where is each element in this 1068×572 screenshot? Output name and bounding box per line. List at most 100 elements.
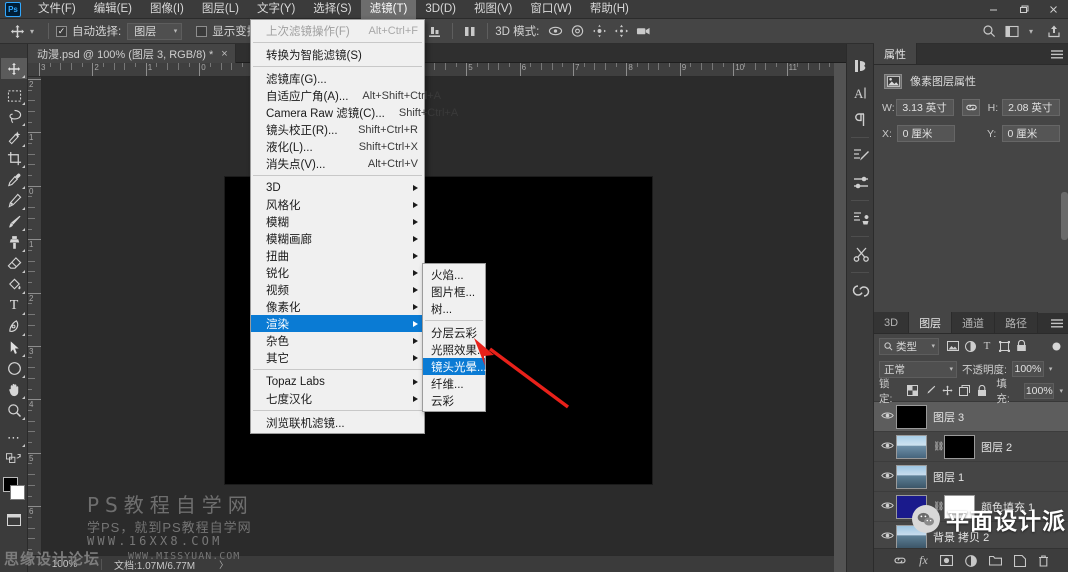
background-color-swatch[interactable] bbox=[10, 485, 25, 500]
menu-item-entry[interactable]: 镜头校正(R)... Shift+Ctrl+R bbox=[251, 121, 424, 138]
layer-thumbnail[interactable] bbox=[896, 464, 927, 489]
rectangular-marquee-tool[interactable] bbox=[1, 85, 27, 106]
blend-mode-dropdown[interactable]: 正常 ▾ bbox=[879, 360, 957, 378]
hand-tool[interactable] bbox=[1, 379, 27, 400]
menu-image[interactable]: 图像(I) bbox=[141, 0, 193, 19]
menu-layer[interactable]: 图层(L) bbox=[193, 0, 248, 19]
layer-thumbnail[interactable] bbox=[896, 434, 927, 459]
layer-row[interactable]: 图层 3 bbox=[874, 402, 1068, 432]
eye-icon[interactable] bbox=[878, 531, 896, 543]
x-field[interactable]: 0 厘米 bbox=[896, 125, 956, 142]
document-tab[interactable]: 动漫.psd @ 100% (图层 3, RGB/8) * × bbox=[28, 44, 236, 63]
eye-icon[interactable] bbox=[878, 411, 896, 423]
minimize-icon[interactable] bbox=[978, 0, 1008, 19]
layer-thumbnail[interactable] bbox=[896, 494, 927, 519]
auto-select-checkbox[interactable]: ✓ bbox=[56, 25, 68, 37]
layers-scrollbar[interactable] bbox=[1061, 192, 1068, 240]
menu-item-entry[interactable]: 浏览联机滤镜... bbox=[251, 414, 424, 431]
tool-preset-chevron-icon[interactable]: ▾ bbox=[30, 27, 34, 36]
edit-toolbar-more-icon[interactable]: ⋯ bbox=[1, 427, 27, 448]
history-icon[interactable] bbox=[847, 52, 875, 79]
shape-filter-icon[interactable] bbox=[997, 338, 1011, 354]
width-field[interactable]: 3.13 英寸 bbox=[896, 99, 955, 116]
spot-healing-brush-tool[interactable] bbox=[1, 190, 27, 211]
close-icon[interactable]: × bbox=[221, 48, 227, 60]
tab-layers[interactable]: 图层 bbox=[909, 312, 953, 333]
horizontal-ruler[interactable]: 32101234567891011 bbox=[28, 63, 834, 77]
paint-bucket-tool[interactable] bbox=[1, 274, 27, 295]
menu-file[interactable]: 文件(F) bbox=[29, 0, 85, 19]
adjustment-filter-icon[interactable] bbox=[963, 338, 977, 354]
submenu-item[interactable]: 树... bbox=[423, 300, 485, 317]
panel-menu-icon[interactable] bbox=[1051, 319, 1063, 331]
type-filter-icon[interactable]: T bbox=[980, 338, 994, 354]
submenu-item[interactable]: 云彩 bbox=[423, 392, 485, 409]
align-bottom-icon[interactable] bbox=[425, 22, 445, 41]
eyedropper-tool[interactable] bbox=[1, 169, 27, 190]
menu-window[interactable]: 窗口(W) bbox=[521, 0, 581, 19]
lock-image-icon[interactable] bbox=[924, 384, 936, 398]
adjustments-icon[interactable] bbox=[847, 169, 875, 196]
menu-item-entry[interactable]: 其它 bbox=[251, 349, 424, 366]
eye-icon[interactable] bbox=[878, 501, 896, 513]
close-icon[interactable] bbox=[1038, 0, 1068, 19]
actions-icon[interactable] bbox=[847, 205, 875, 232]
ellipse-shape-tool[interactable] bbox=[1, 358, 27, 379]
mask-link-icon[interactable]: ⛓ bbox=[933, 441, 944, 452]
move-tool[interactable] bbox=[1, 58, 27, 79]
menu-item-entry[interactable]: 滤镜库(G)... bbox=[251, 70, 424, 87]
fill-value[interactable]: 100% bbox=[1024, 382, 1055, 399]
opacity-chevron-icon[interactable]: ▾ bbox=[1049, 365, 1053, 373]
menu-item-entry[interactable]: 锐化 bbox=[251, 264, 424, 281]
height-field[interactable]: 2.08 英寸 bbox=[1002, 99, 1060, 116]
layer-mask-thumbnail[interactable] bbox=[944, 494, 975, 519]
submenu-item[interactable]: 纤维... bbox=[423, 375, 485, 392]
layer-row[interactable]: ⛓ 颜色填充 1 bbox=[874, 492, 1068, 522]
layer-thumbnail[interactable] bbox=[896, 404, 927, 429]
menu-item-entry[interactable]: Topaz Labs bbox=[251, 373, 424, 390]
delete-layer-icon[interactable] bbox=[1038, 554, 1049, 567]
menu-item-entry[interactable]: 3D bbox=[251, 179, 424, 196]
link-dimensions-icon[interactable] bbox=[962, 99, 980, 116]
menu-item-entry[interactable]: 杂色 bbox=[251, 332, 424, 349]
auto-select-target-dropdown[interactable]: 图层 ▾ bbox=[127, 22, 183, 40]
fill-chevron-icon[interactable]: ▾ bbox=[1059, 387, 1063, 395]
tab-properties[interactable]: 属性 bbox=[874, 43, 917, 64]
menu-select[interactable]: 选择(S) bbox=[304, 0, 360, 19]
tab-3d[interactable]: 3D bbox=[874, 312, 910, 333]
menu-item-entry[interactable]: 七度汉化 bbox=[251, 390, 424, 407]
menu-view[interactable]: 视图(V) bbox=[465, 0, 521, 19]
distribute-icon[interactable] bbox=[460, 22, 480, 41]
scissors-icon[interactable] bbox=[847, 241, 875, 268]
layer-thumbnail[interactable] bbox=[896, 524, 927, 549]
layer-row[interactable]: 图层 1 bbox=[874, 462, 1068, 492]
quick-selection-tool[interactable] bbox=[1, 127, 27, 148]
menu-item-entry[interactable]: 模糊 bbox=[251, 213, 424, 230]
zoom-tool[interactable] bbox=[1, 400, 27, 421]
tab-paths[interactable]: 路径 bbox=[995, 312, 1039, 333]
adjustment-layer-icon[interactable] bbox=[964, 554, 977, 567]
clone-stamp-tool[interactable] bbox=[1, 232, 27, 253]
pan-3d-icon[interactable] bbox=[589, 22, 609, 41]
menu-item-entry[interactable]: 模糊画廊 bbox=[251, 230, 424, 247]
type-tool[interactable]: T bbox=[1, 295, 27, 316]
submenu-item[interactable]: 镜头光晕... bbox=[423, 358, 487, 375]
menu-item-entry[interactable]: 转换为智能滤镜(S) bbox=[251, 46, 424, 63]
fx-icon[interactable]: fx bbox=[919, 553, 928, 568]
submenu-item[interactable]: 图片框... bbox=[423, 283, 485, 300]
rotate-3d-icon[interactable] bbox=[545, 22, 565, 41]
menu-item-entry[interactable]: 扭曲 bbox=[251, 247, 424, 264]
screen-mode-tool[interactable] bbox=[1, 509, 27, 530]
paragraph-icon[interactable] bbox=[847, 106, 875, 133]
submenu-item[interactable]: 分层云彩 bbox=[423, 324, 485, 341]
menu-item-render[interactable]: 渲染 bbox=[251, 315, 424, 332]
menu-edit[interactable]: 编辑(E) bbox=[85, 0, 141, 19]
eraser-tool[interactable] bbox=[1, 253, 27, 274]
menu-help[interactable]: 帮助(H) bbox=[581, 0, 638, 19]
share-icon[interactable] bbox=[1044, 22, 1064, 41]
panel-menu-icon[interactable] bbox=[1051, 50, 1063, 62]
menu-type[interactable]: 文字(Y) bbox=[248, 0, 304, 19]
menu-item-entry[interactable]: 风格化 bbox=[251, 196, 424, 213]
lock-artboard-icon[interactable] bbox=[959, 384, 971, 398]
vertical-ruler[interactable]: 2 1 0 1 2 3 4 5 6 bbox=[28, 77, 42, 555]
